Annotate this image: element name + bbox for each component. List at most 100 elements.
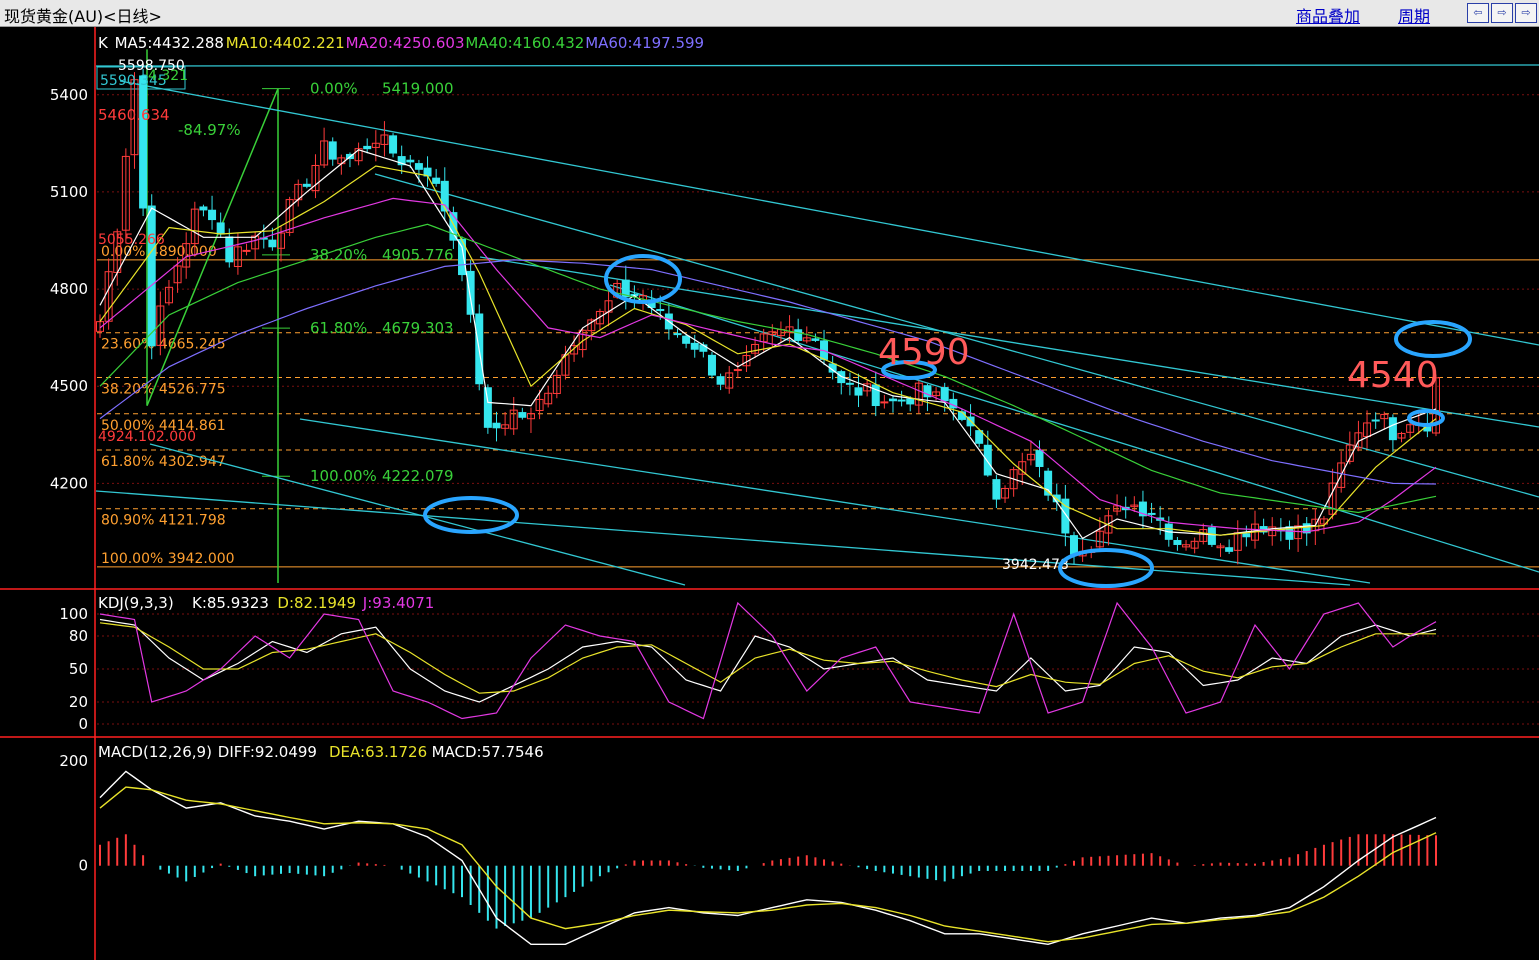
red-price-label: 5460.634 bbox=[98, 106, 170, 124]
candle-body bbox=[1035, 450, 1044, 467]
inner-fib-pct: 61.80% bbox=[310, 319, 367, 337]
candle-body bbox=[406, 159, 415, 163]
candle-body bbox=[690, 342, 699, 350]
fibonacci-levels: 0.00% 4890.00023.60% 4665.24538.20% 4526… bbox=[97, 49, 1539, 583]
candle-body bbox=[139, 75, 148, 209]
candle-body bbox=[328, 141, 337, 160]
candle-body bbox=[363, 145, 372, 150]
kdj-tick-label: 80 bbox=[69, 627, 88, 645]
inner-fib-pct: 38.20% bbox=[310, 246, 367, 264]
trend-line bbox=[95, 490, 1351, 586]
candle-body bbox=[225, 236, 234, 263]
inner-fib-pct: 100.00% bbox=[310, 467, 377, 485]
inner-fib-value: 4222.079 bbox=[382, 467, 454, 485]
nav-end-button[interactable]: ⇨ bbox=[1515, 3, 1537, 23]
instrument-title: 现货黄金(AU)<日线> bbox=[4, 7, 162, 26]
ma20-line bbox=[99, 197, 1437, 533]
kdj-legend-item: J:93.4071 bbox=[362, 594, 435, 612]
candle-body bbox=[906, 398, 915, 405]
inner-fib-value: 4679.303 bbox=[382, 319, 454, 337]
candle-body bbox=[854, 387, 863, 396]
fib-level-label: 61.80% 4302.947 bbox=[101, 454, 226, 470]
period-link[interactable]: 周期 bbox=[1398, 3, 1430, 27]
candle-body bbox=[1388, 417, 1397, 441]
ma40-line bbox=[99, 223, 1437, 514]
candle-body bbox=[845, 382, 854, 385]
price-legend-item: MA10:4402.221 bbox=[226, 34, 345, 52]
kdj-legend-item: D:82.1949 bbox=[277, 594, 356, 612]
candle-body bbox=[208, 209, 217, 221]
candle-body bbox=[707, 354, 716, 376]
nav-right-button[interactable]: ⇨ bbox=[1491, 3, 1513, 23]
annotation-4540: 4540 bbox=[1347, 355, 1439, 396]
candle-body bbox=[682, 335, 691, 344]
candle-body bbox=[449, 212, 458, 241]
pct-change-label: -84.97% bbox=[178, 121, 241, 139]
candle-body bbox=[1225, 547, 1234, 552]
trend-line bbox=[119, 80, 1539, 346]
candlesticks[interactable] bbox=[96, 68, 1440, 565]
title-bar: 现货黄金(AU)<日线> 商品叠加 周期 ⇦ ⇨ ⇨ bbox=[0, 0, 1539, 27]
moving-averages bbox=[99, 149, 1437, 540]
price-legend-item: MA40:4160.432 bbox=[465, 34, 584, 52]
candle-body bbox=[880, 401, 889, 404]
high-sub-label: 4.321 bbox=[148, 68, 188, 84]
price-tick-label: 5400 bbox=[50, 86, 88, 104]
chart-area[interactable]: 42004500480051005400 0.00% 4890.00023.60… bbox=[0, 27, 1539, 960]
candle-body bbox=[302, 183, 311, 187]
kdj-d-line bbox=[99, 622, 1436, 694]
candle-body bbox=[466, 270, 475, 315]
kdj-tick-label: 0 bbox=[78, 715, 88, 733]
candle-body bbox=[733, 369, 742, 372]
macd-panel[interactable]: 0 200 bbox=[59, 752, 1437, 946]
candle-body bbox=[940, 387, 949, 402]
kdj-panel[interactable]: 0 20 50 80 100 bbox=[59, 601, 1539, 733]
candle-body bbox=[1242, 533, 1251, 538]
red-price-label: 4924.102.000 bbox=[98, 429, 196, 445]
candle-body bbox=[492, 422, 501, 429]
macd-legend-item: DIFF:92.0499 bbox=[218, 743, 317, 761]
fib-level-label: 80.90% 4121.798 bbox=[101, 513, 226, 529]
macd-legend-item: DEA:63.1726 bbox=[329, 743, 427, 761]
kdj-legend-item: KDJ(9,3,3) bbox=[98, 594, 174, 612]
trend-line bbox=[479, 256, 1539, 428]
price-legend-item: MA60:4197.599 bbox=[585, 34, 704, 52]
candle-body bbox=[440, 180, 449, 212]
inner-fib-pct: 0.00% bbox=[310, 80, 358, 98]
chart-labels: K MA5:4432.288 MA10:4402.221 MA20:4250.603 M… bbox=[98, 34, 1069, 761]
price-tick-label: 4200 bbox=[50, 474, 88, 492]
panel-frames bbox=[0, 27, 1539, 960]
overlay-commodity-link[interactable]: 商品叠加 bbox=[1296, 3, 1360, 27]
candle-body bbox=[1371, 419, 1380, 422]
candle-body bbox=[268, 239, 277, 248]
price-tick-label: 4800 bbox=[50, 280, 88, 298]
highlight-ellipse bbox=[1394, 320, 1472, 358]
candle-body bbox=[1069, 535, 1078, 555]
kdj-tick-label: 20 bbox=[69, 693, 88, 711]
candle-body bbox=[518, 412, 527, 418]
candle-body bbox=[656, 308, 665, 312]
candle-body bbox=[414, 163, 423, 170]
macd-legend-item: MACD:57.7546 bbox=[432, 743, 544, 761]
ma10-line bbox=[99, 165, 1437, 536]
price-tick-label: 4500 bbox=[50, 377, 88, 395]
fib-level-label: 38.20% 4526.775 bbox=[101, 382, 226, 398]
kdj-j-line bbox=[99, 601, 1437, 720]
candle-body bbox=[716, 376, 725, 385]
candle-body bbox=[216, 222, 225, 235]
kdj-legend-item: K:85.9323 bbox=[192, 594, 269, 612]
fib-level-label: 23.60% 4665.245 bbox=[101, 337, 226, 353]
macd-legend-item: MACD(12,26,9) bbox=[98, 743, 212, 761]
annotation-4590: 4590 bbox=[878, 332, 970, 373]
candle-body bbox=[699, 344, 708, 352]
price-legend-item: MA20:4250.603 bbox=[346, 34, 465, 52]
nav-left-button[interactable]: ⇦ bbox=[1467, 3, 1489, 23]
candle-body bbox=[673, 333, 682, 336]
price-legend-item: MA5:4432.288 bbox=[115, 34, 224, 52]
inner-fib-value: 5419.000 bbox=[382, 80, 454, 98]
fib-level-label: 100.00% 3942.000 bbox=[101, 551, 235, 567]
price-tick-label: 5100 bbox=[50, 183, 88, 201]
candle-body bbox=[897, 399, 906, 402]
candle-body bbox=[794, 329, 803, 341]
candle-body bbox=[1147, 512, 1156, 515]
